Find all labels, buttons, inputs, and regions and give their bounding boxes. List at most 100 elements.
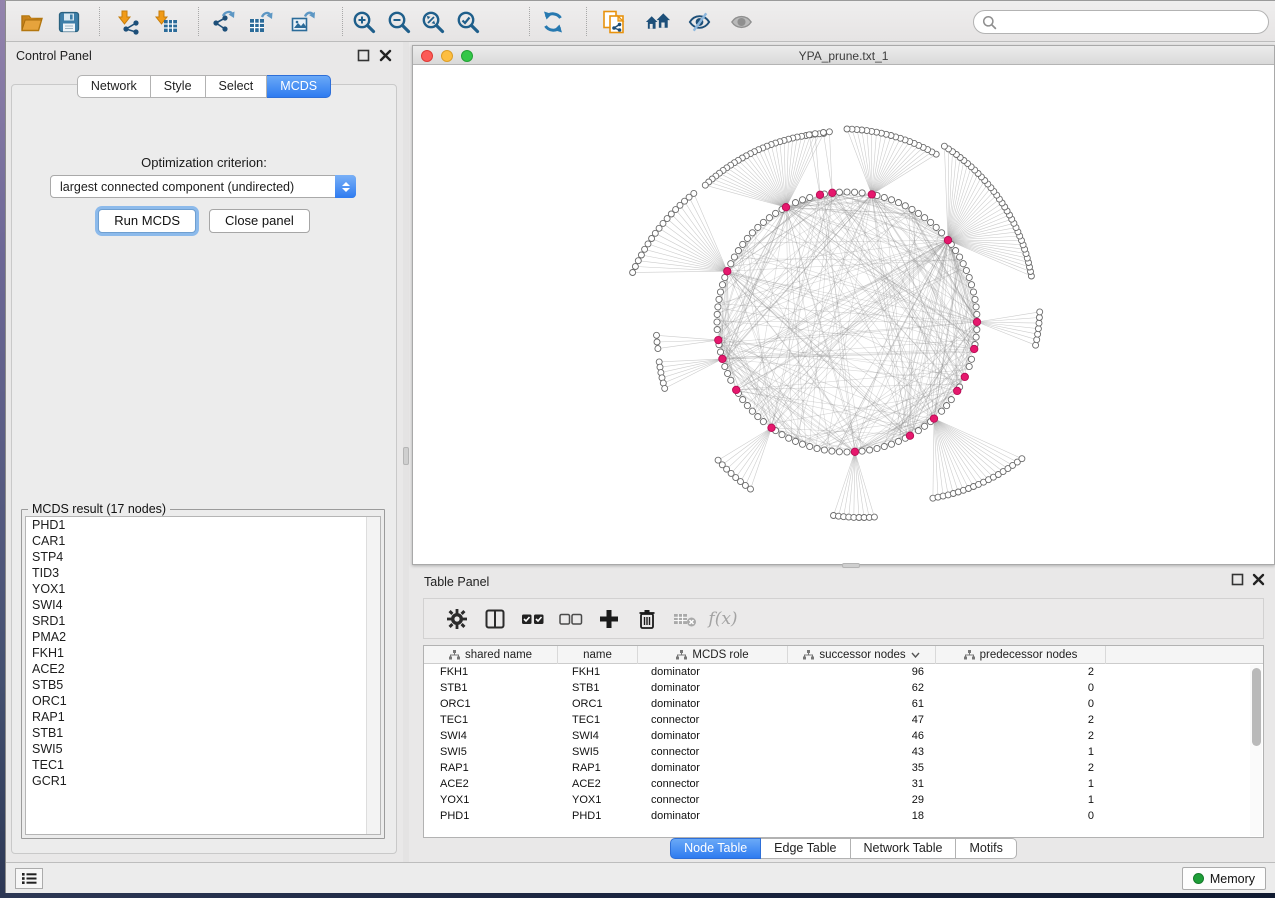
close-table-panel-icon[interactable] [1252,573,1265,586]
column-header-successor-nodes[interactable]: successor nodes [788,646,936,664]
select-all-rows-icon[interactable] [514,604,552,634]
export-table-icon[interactable] [247,8,274,35]
column-header-MCDS-role[interactable]: MCDS role [638,646,788,664]
table-row[interactable]: SWI4SWI4dominator462 [424,728,1249,744]
import-table-icon[interactable] [152,8,179,35]
function-builder-icon[interactable]: f(x) [704,604,742,634]
mcds-result-item[interactable]: SRD1 [26,613,380,629]
zoom-out-icon[interactable] [385,8,412,35]
mcds-hub-node[interactable] [724,268,731,275]
table-row[interactable]: STB1STB1dominator620 [424,680,1249,696]
scrollbar-thumb[interactable] [1252,668,1261,746]
mcds-hub-node[interactable] [944,237,951,244]
tab-mcds[interactable]: MCDS [267,75,331,98]
list-scrollbar[interactable] [366,517,380,834]
tab-select[interactable]: Select [206,75,268,98]
mcds-result-item[interactable]: SWI4 [26,597,380,613]
mcds-hub-node[interactable] [733,386,740,393]
zoom-fit-icon[interactable] [419,8,446,35]
table-row[interactable]: FKH1FKH1dominator962 [424,664,1249,680]
table-row[interactable]: ACE2ACE2connector311 [424,776,1249,792]
add-column-icon[interactable] [590,604,628,634]
column-header-predecessor-nodes[interactable]: predecessor nodes [936,646,1106,664]
show-graphics-details-icon[interactable] [728,8,755,35]
mcds-result-item[interactable]: STP4 [26,549,380,565]
export-network-icon[interactable] [209,8,236,35]
close-panel-icon[interactable] [379,49,392,62]
tab-network[interactable]: Network [77,75,151,98]
tab-network-table[interactable]: Network Table [851,838,957,859]
mcds-hub-node[interactable] [851,448,858,455]
zoom-in-icon[interactable] [350,8,377,35]
mcds-hub-node[interactable] [906,432,913,439]
horizontal-splitter-grip[interactable] [842,563,860,568]
mcds-hub-node[interactable] [782,204,789,211]
refresh-icon[interactable] [539,8,566,35]
table-options-gear-icon[interactable] [438,604,476,634]
mcds-result-list[interactable]: PHD1CAR1STP4TID3YOX1SWI4SRD1PMA2FKH1ACE2… [25,516,381,835]
tab-edge-table[interactable]: Edge Table [761,838,850,859]
table-row[interactable]: RAP1RAP1dominator352 [424,760,1249,776]
mcds-hub-node[interactable] [715,336,722,343]
show-column-panel-icon[interactable] [476,604,514,634]
mcds-hub-node[interactable] [961,373,968,380]
mcds-hub-node[interactable] [816,191,823,198]
mcds-result-item[interactable]: CAR1 [26,533,380,549]
memory-button[interactable]: Memory [1182,867,1266,890]
mcds-hub-node[interactable] [868,191,875,198]
table-scrollbar[interactable] [1250,665,1262,836]
mcds-hub-node[interactable] [719,355,726,362]
mcds-hub-node[interactable] [954,387,961,394]
delete-table-icon[interactable] [666,604,704,634]
zoom-selected-icon[interactable] [454,8,481,35]
network-overview-icon[interactable] [644,8,671,35]
column-header-name[interactable]: name [558,646,638,664]
mcds-hub-node[interactable] [930,415,937,422]
import-network-icon[interactable] [115,8,142,35]
mcds-hub-node[interactable] [971,345,978,352]
column-header-shared-name[interactable]: shared name [424,646,558,664]
search-box[interactable] [973,10,1269,34]
mcds-result-item[interactable]: TID3 [26,565,380,581]
mcds-result-item[interactable]: FKH1 [26,645,380,661]
mcds-result-item[interactable]: YOX1 [26,581,380,597]
table-row[interactable]: ORC1ORC1dominator610 [424,696,1249,712]
mcds-result-item[interactable]: STB1 [26,725,380,741]
export-image-icon[interactable] [289,8,316,35]
table-row[interactable]: YOX1YOX1connector291 [424,792,1249,808]
close-panel-button[interactable]: Close panel [209,209,310,233]
hide-graphics-details-icon[interactable] [686,8,713,35]
mcds-result-item[interactable]: TEC1 [26,757,380,773]
open-session-icon[interactable] [18,8,45,35]
task-history-button[interactable] [15,868,43,889]
node-table[interactable]: shared namenameMCDS rolesuccessor nodesp… [423,645,1264,838]
network-canvas[interactable] [413,65,1275,564]
optimization-criterion-dropdown[interactable]: largest connected component (undirected) [50,175,356,198]
table-row[interactable]: SWI5SWI5connector431 [424,744,1249,760]
mcds-result-item[interactable]: PMA2 [26,629,380,645]
mcds-result-item[interactable]: STB5 [26,677,380,693]
mcds-result-item[interactable]: ACE2 [26,661,380,677]
float-table-panel-icon[interactable] [1231,573,1244,586]
tab-style[interactable]: Style [151,75,206,98]
mcds-result-item[interactable]: ORC1 [26,693,380,709]
network-window-titlebar[interactable]: YPA_prune.txt_1 [413,46,1274,65]
mcds-result-item[interactable]: GCR1 [26,773,380,789]
mcds-hub-node[interactable] [829,189,836,196]
save-session-icon[interactable] [55,8,82,35]
mcds-result-item[interactable]: RAP1 [26,709,380,725]
mcds-result-item[interactable]: SWI5 [26,741,380,757]
tab-motifs[interactable]: Motifs [956,838,1016,859]
clone-network-icon[interactable] [600,8,627,35]
deselect-all-rows-icon[interactable] [552,604,590,634]
mcds-result-item[interactable]: PHD1 [26,517,380,533]
float-panel-icon[interactable] [357,49,370,62]
table-row[interactable]: TEC1TEC1connector472 [424,712,1249,728]
mcds-hub-node[interactable] [768,424,775,431]
tab-node-table[interactable]: Node Table [670,838,761,859]
search-input[interactable] [997,14,1268,30]
run-mcds-button[interactable]: Run MCDS [98,209,196,233]
mcds-hub-node[interactable] [973,318,980,325]
delete-column-icon[interactable] [628,604,666,634]
table-row[interactable]: PHD1PHD1dominator180 [424,808,1249,824]
